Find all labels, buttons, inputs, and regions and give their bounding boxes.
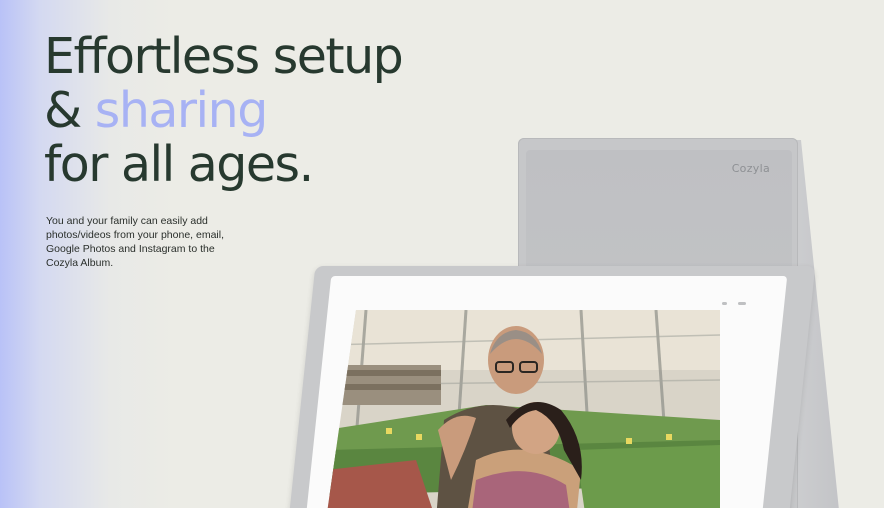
headline-line-3: for all ages.: [44, 136, 314, 193]
headline-ampersand: &: [44, 82, 82, 139]
hero-headline: Effortless setup & sharing for all ages.: [44, 28, 404, 193]
device-brand-logo: Cozyla: [731, 162, 770, 175]
frame-photo: [326, 310, 720, 508]
hero-description: You and your family can easily add photo…: [46, 215, 225, 269]
headline-accent-word: sharing: [94, 82, 269, 139]
sensor-dot-icon: [722, 302, 727, 305]
photo-couple-greenhouse: [326, 310, 720, 508]
headline-line-2: & sharing: [44, 84, 402, 138]
headline-line-1: Effortless setup: [44, 28, 404, 85]
camera-dot-icon: [738, 302, 746, 305]
